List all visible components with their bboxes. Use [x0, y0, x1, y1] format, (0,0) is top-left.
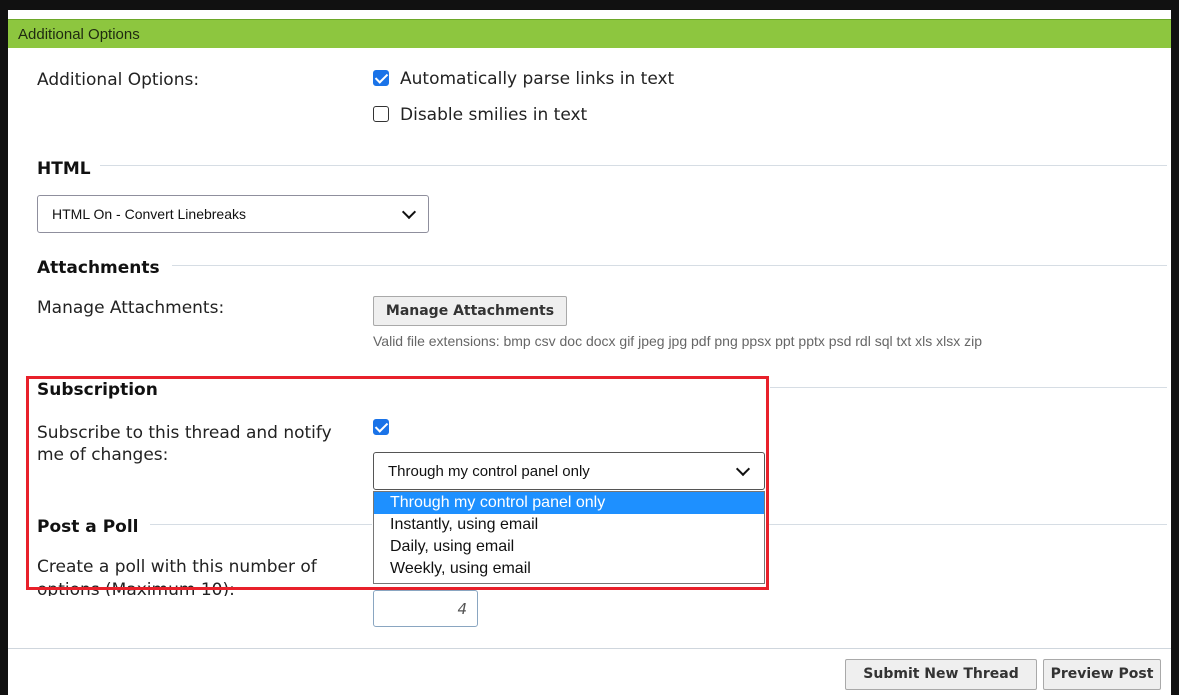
- footer-divider: [8, 648, 1171, 649]
- preview-post-button[interactable]: Preview Post: [1043, 659, 1161, 690]
- attachments-divider: [172, 265, 1167, 266]
- html-divider: [100, 165, 1167, 166]
- poll-options-input[interactable]: 4: [373, 590, 478, 627]
- manage-attachments-label: Manage Attachments:: [37, 298, 225, 318]
- parse-links-label[interactable]: Automatically parse links in text: [400, 69, 674, 89]
- additional-options-label: Additional Options:: [37, 70, 200, 90]
- attachments-section-title: Attachments: [37, 258, 160, 278]
- section-header-title: Additional Options: [18, 26, 140, 43]
- html-mode-select[interactable]: HTML On - Convert Linebreaks: [37, 195, 429, 233]
- valid-extensions-text: Valid file extensions: bmp csv doc docx …: [373, 333, 983, 349]
- parse-links-checkbox[interactable]: [373, 70, 389, 86]
- subscription-divider: [770, 387, 1167, 388]
- poll-options-value: 4: [457, 600, 467, 618]
- html-mode-select-value: HTML On - Convert Linebreaks: [52, 206, 246, 222]
- poll-divider-right: [766, 524, 1167, 525]
- submit-new-thread-button[interactable]: Submit New Thread: [845, 659, 1037, 690]
- html-section-title: HTML: [37, 159, 91, 179]
- chevron-down-icon: [401, 204, 417, 220]
- disable-smilies-checkbox[interactable]: [373, 106, 389, 122]
- disable-smilies-label[interactable]: Disable smilies in text: [400, 105, 587, 125]
- section-header: Additional Options: [8, 19, 1171, 48]
- manage-attachments-button[interactable]: Manage Attachments: [373, 296, 567, 326]
- highlight-box: [26, 376, 769, 590]
